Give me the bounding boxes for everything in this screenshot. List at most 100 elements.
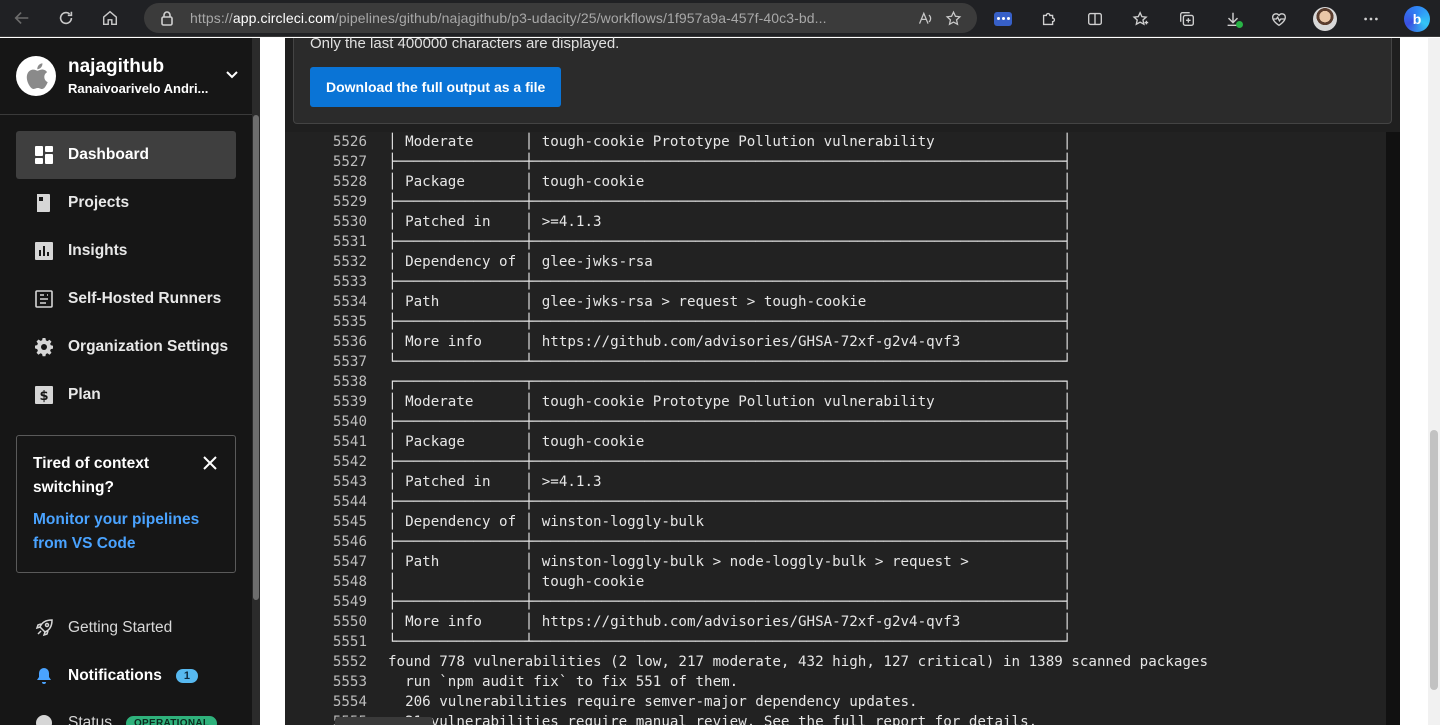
log-line: 5537 └───────────────┴───────────────────… [285, 352, 1385, 372]
home-button[interactable] [88, 0, 132, 37]
settings-menu-button[interactable] [1348, 0, 1394, 37]
favorites-star-icon [1132, 10, 1149, 26]
collections-icon [1180, 11, 1194, 26]
favorites-button[interactable] [1118, 0, 1164, 37]
lock-icon [161, 11, 173, 26]
split-screen-button[interactable] [1072, 0, 1118, 37]
sidebar-item-dashboard[interactable]: Dashboard [16, 131, 236, 179]
line-number: 5546 [332, 534, 367, 550]
heart-pulse-icon [1272, 12, 1286, 26]
log-line: 5536 │ More info │ https://github.com/adv… [285, 332, 1385, 352]
line-number: 5537 [332, 354, 367, 370]
org-switcher[interactable]: najagithub Ranaivoarivelo Andri... [0, 38, 252, 115]
line-text: ├───────────────┼───────────────────────… [388, 594, 1072, 610]
downloads-button[interactable] [1210, 0, 1256, 37]
profile-avatar [1313, 6, 1337, 31]
getting-started-link[interactable]: Getting Started [34, 618, 172, 638]
toolbar-right: b [980, 0, 1440, 37]
line-number: 5532 [332, 254, 367, 270]
line-text: │ Patched in │ >=4.1.3 │ [388, 214, 1072, 230]
notifications-count-badge: 1 [175, 669, 198, 683]
org-avatar [16, 56, 56, 96]
line-number: 5529 [332, 194, 367, 210]
sidebar-item-plan[interactable]: $ Plan [16, 371, 236, 419]
address-bar[interactable]: https://app.circleci.com/pipelines/githu… [144, 3, 977, 33]
sidebar-item-label: Insights [68, 242, 128, 259]
browser-essentials-button[interactable] [1256, 0, 1302, 37]
line-text: ├───────────────┼───────────────────────… [388, 414, 1072, 430]
projects-icon [34, 193, 54, 213]
log-line: 5543 │ Patched in │ >=4.1.3 │ [285, 472, 1385, 492]
line-number: 5547 [332, 554, 367, 570]
url-domain: app.circleci.com [232, 10, 335, 26]
notifications-label: Notifications [68, 667, 162, 684]
log-line: 5538 ┌───────────────┬───────────────────… [285, 372, 1385, 392]
extension-button[interactable] [980, 0, 1026, 37]
status-link[interactable]: Status OPERATIONAL [34, 713, 218, 725]
log-line: 5544 ├───────────────┼───────────────────… [285, 492, 1385, 512]
log-line: 5541 │ Package │ tough-cookie │ [285, 432, 1385, 452]
url-text: https://app.circleci.com/pipelines/githu… [190, 10, 911, 26]
notifications-link[interactable]: Notifications 1 [34, 666, 198, 686]
line-number: 5542 [332, 454, 367, 470]
read-aloud-button[interactable] [911, 4, 939, 32]
sidebar-item-self-hosted-runners[interactable]: Self-Hosted Runners [16, 275, 236, 323]
refresh-button[interactable] [44, 0, 88, 37]
profile-button[interactable] [1302, 0, 1348, 37]
copilot-icon: b [1404, 5, 1430, 32]
log-line: 5527 ├───────────────┼───────────────────… [285, 152, 1385, 172]
promo-link[interactable]: Monitor your pipelines from VS Code [33, 508, 219, 556]
log-line: 5533 ├───────────────┼───────────────────… [285, 272, 1385, 292]
back-button[interactable] [0, 0, 44, 37]
log-scrollbar[interactable] [1386, 132, 1400, 725]
sidebar-item-insights[interactable]: Insights [16, 227, 236, 275]
sidebar: najagithub Ranaivoarivelo Andri... Dashb… [0, 38, 260, 725]
close-icon[interactable] [203, 456, 217, 470]
chevron-down-icon [226, 71, 238, 79]
line-number: 5526 [332, 134, 367, 150]
sidebar-scroll-thumb[interactable] [253, 115, 259, 600]
log-line: 5548 │ │ tough-cookie │ [285, 572, 1385, 592]
apple-logo-icon [26, 63, 48, 90]
sidebar-item-projects[interactable]: Projects [16, 179, 236, 227]
output-notice: Only the last 400000 characters are disp… [293, 35, 1392, 124]
step-output-panel: Only the last 400000 characters are disp… [285, 35, 1400, 725]
line-text: │ More info │ https://github.com/advisor… [388, 614, 1072, 630]
line-number: 5549 [332, 594, 367, 610]
bell-icon [34, 666, 54, 686]
collections-button[interactable] [1164, 0, 1210, 37]
line-text: │ Moderate │ tough-cookie Prototype Poll… [388, 134, 1072, 150]
line-text: └───────────────┴───────────────────────… [388, 354, 1072, 370]
more-horizontal-icon [1364, 17, 1378, 20]
line-text: │ Package │ tough-cookie │ [388, 434, 1072, 450]
log-line: 5532 │ Dependency of │ glee-jwks-rsa │ [285, 252, 1385, 272]
log-line: 5552 found 778 vulnerabilities (2 low, 21… [285, 652, 1385, 672]
split-screen-icon [1088, 12, 1102, 25]
status-icon [34, 713, 54, 725]
page-scroll-thumb[interactable] [1430, 430, 1438, 690]
refresh-icon [59, 11, 73, 25]
line-number: 5551 [332, 634, 367, 650]
rocket-icon [34, 618, 54, 638]
download-output-button[interactable]: Download the full output as a file [310, 67, 562, 107]
copilot-button[interactable]: b [1394, 0, 1440, 37]
line-text: 206 vulnerabilities require semver-major… [388, 694, 918, 710]
url-path: /pipelines/github/najagithub/p3-udacity/… [334, 10, 827, 26]
line-number: 5535 [332, 314, 367, 330]
extensions-button[interactable] [1026, 0, 1072, 37]
line-number: 5554 [332, 694, 367, 710]
line-text: │ Path │ winston-loggly-bulk > node-logg… [388, 554, 1072, 570]
browser-toolbar: https://app.circleci.com/pipelines/githu… [0, 0, 1440, 37]
log-line: 5545 │ Dependency of │ winston-loggly-bul… [285, 512, 1385, 532]
log-line: 5530 │ Patched in │ >=4.1.3 │ [285, 212, 1385, 232]
line-number: 5534 [332, 294, 367, 310]
line-text: ├───────────────┼───────────────────────… [388, 454, 1072, 470]
sidebar-item-organization-settings[interactable]: Organization Settings [16, 323, 236, 371]
favorite-button[interactable] [939, 4, 967, 32]
line-text: 21 vulnerabilities require manual review… [388, 714, 1038, 725]
log-line: 5549 ├───────────────┼───────────────────… [285, 592, 1385, 612]
url-prefix: https:// [190, 10, 233, 26]
line-text: │ Dependency of │ winston-loggly-bulk │ [388, 514, 1072, 530]
insights-icon [34, 241, 54, 261]
line-number: 5540 [332, 414, 367, 430]
